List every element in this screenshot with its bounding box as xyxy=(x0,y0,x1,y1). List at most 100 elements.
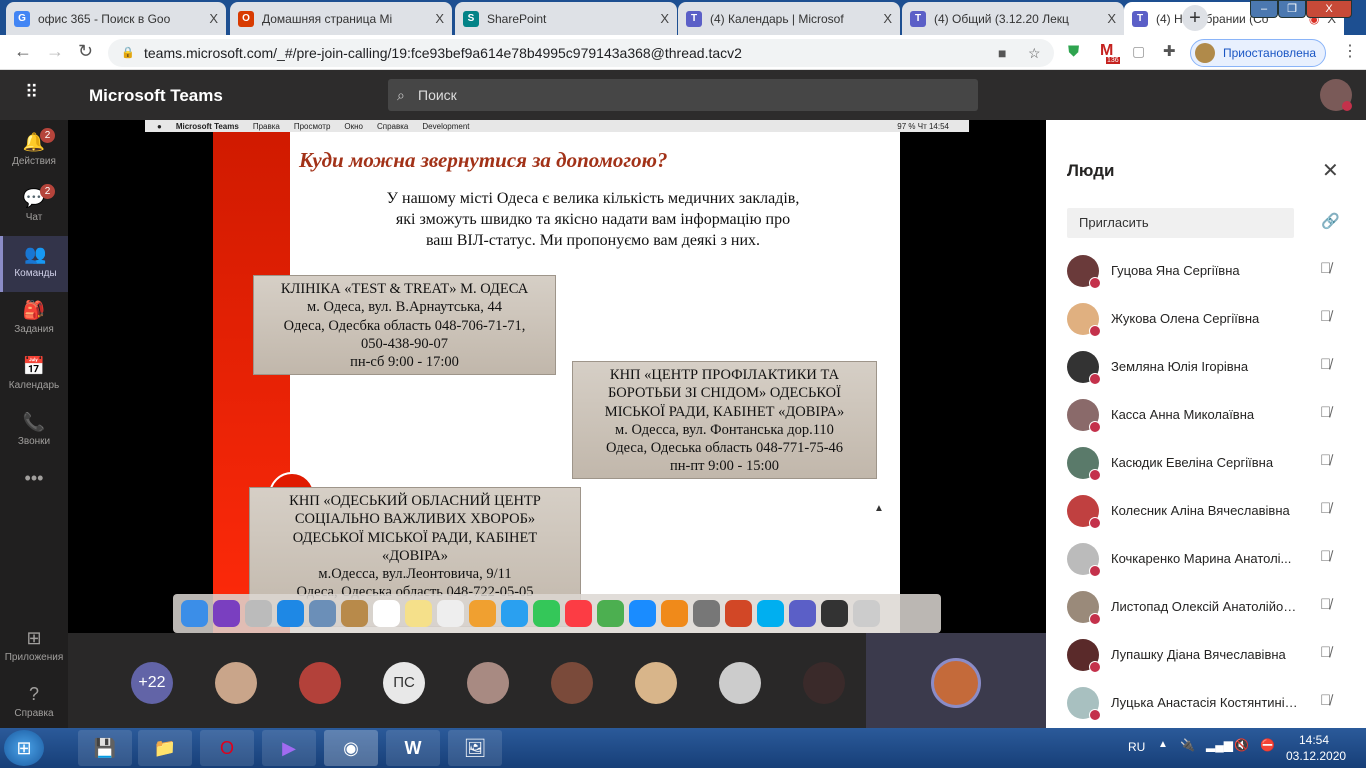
mic-muted-icon[interactable]: 🎙̸ xyxy=(1320,548,1331,565)
search-input[interactable]: ⌕ Поиск xyxy=(388,79,978,111)
maximize-button[interactable]: ❐ xyxy=(1278,0,1306,18)
volume-muted-icon[interactable]: 🔇 xyxy=(1234,738,1249,752)
tab-close-icon[interactable]: X xyxy=(435,11,444,26)
back-icon[interactable]: ← xyxy=(14,41,32,62)
more-participants-button[interactable]: +22 xyxy=(131,662,173,704)
show-hidden-icons[interactable]: ▲ xyxy=(1158,739,1168,750)
bookmark-star-icon[interactable]: ☆ xyxy=(1028,39,1041,67)
browser-tab[interactable]: O Домашняя страница Mi X xyxy=(230,2,452,35)
menu-kebab-icon[interactable]: ⋮ xyxy=(1342,41,1358,61)
active-speaker-tile[interactable] xyxy=(866,633,1046,728)
tab-close-icon[interactable]: X xyxy=(209,11,218,26)
teams-header: ⠿ Microsoft Teams ⌕ Поиск xyxy=(0,70,1366,120)
participant-video[interactable] xyxy=(551,662,593,704)
rail-item-help[interactable]: ? Справка xyxy=(0,676,68,732)
clock-date[interactable]: 03.12.2020 xyxy=(1286,749,1346,763)
taskbar-visualstudio-icon[interactable]: ▶ xyxy=(262,730,316,766)
network-error-icon[interactable]: ⛔ xyxy=(1260,738,1275,752)
language-indicator[interactable]: RU xyxy=(1128,740,1145,754)
rail-item-assignments[interactable]: 🎒 Задания xyxy=(0,292,68,348)
app-title: Microsoft Teams xyxy=(89,86,223,105)
profile-button[interactable]: Приостановлена xyxy=(1190,39,1326,67)
participant-row[interactable]: Кочкаренко Марина Анатолі... 🎙̸ xyxy=(1067,543,1357,591)
new-tab-button[interactable]: + xyxy=(1182,5,1208,31)
mic-muted-icon[interactable]: 🎙̸ xyxy=(1320,596,1331,613)
taskbar-chrome-icon[interactable]: ◉ xyxy=(324,730,378,766)
browser-tab[interactable]: S SharePoint X xyxy=(455,2,677,35)
participant-video[interactable] xyxy=(299,662,341,704)
participant-avatar xyxy=(1067,351,1101,385)
shield-extension-icon[interactable]: ⛊ xyxy=(1068,43,1079,60)
rail-item-calendar[interactable]: 📅 Календарь xyxy=(0,348,68,404)
dock-app-icon xyxy=(341,600,368,627)
camera-icon[interactable]: ■ xyxy=(998,39,1006,67)
mic-muted-icon[interactable]: 🎙̸ xyxy=(1320,452,1331,469)
power-icon[interactable]: 🔌 xyxy=(1180,738,1195,752)
mic-muted-icon[interactable]: 🎙̸ xyxy=(1320,356,1331,373)
rail-item-phone[interactable]: 📞 Звонки xyxy=(0,404,68,460)
participant-row[interactable]: Гуцова Яна Сергіївна 🎙̸ xyxy=(1067,255,1357,303)
participant-video[interactable] xyxy=(719,662,761,704)
bell-icon: 🔔 xyxy=(22,132,46,152)
tab-close-icon[interactable]: X xyxy=(660,11,669,26)
browser-tab[interactable]: T (4) Общий (3.12.20 Лекц X xyxy=(902,2,1124,35)
participant-video[interactable] xyxy=(803,662,845,704)
mic-muted-icon[interactable]: 🎙̸ xyxy=(1320,308,1331,325)
dock-app-icon xyxy=(501,600,528,627)
participant-row[interactable]: Жукова Олена Сергіївна 🎙̸ xyxy=(1067,303,1357,351)
taskbar-photos-icon[interactable]: 🖼 xyxy=(448,730,502,766)
url-input[interactable]: 🔒 teams.microsoft.com/_#/pre-join-callin… xyxy=(108,39,1054,67)
link-icon[interactable]: 🔗 xyxy=(1321,212,1340,230)
rail-item-apps[interactable]: ⊞ Приложения xyxy=(0,620,68,676)
window-close-button[interactable]: X xyxy=(1306,0,1352,18)
extension-icon[interactable]: ▢ xyxy=(1132,43,1145,60)
apple-icon: ● xyxy=(157,121,162,131)
participant-video[interactable] xyxy=(467,662,509,704)
forward-icon[interactable]: → xyxy=(46,41,64,62)
slide-title: Куди можна звернутися за допомогою? xyxy=(299,148,668,172)
dock-app-icon xyxy=(853,600,880,627)
participant-name: Лупашку Діана Вячеславівна xyxy=(1111,647,1286,662)
browser-tab[interactable]: Gофис 365 - Поиск в Goo X xyxy=(6,2,226,35)
participant-row[interactable]: Касюдик Евеліна Сергіївна 🎙̸ xyxy=(1067,447,1357,495)
app-launcher-icon[interactable]: ⠿ xyxy=(25,82,38,103)
clock-time[interactable]: 14:54 xyxy=(1299,733,1329,747)
card-line: БОРОТЬБИ ЗІ СНІДОМ» ОДЕСЬКОЇ xyxy=(608,385,841,402)
taskbar-word-icon[interactable]: W xyxy=(386,730,440,766)
mic-muted-icon[interactable]: 🎙̸ xyxy=(1320,644,1331,661)
participant-row[interactable]: Колесник Аліна Вячеславівна 🎙̸ xyxy=(1067,495,1357,543)
taskbar-explorer-icon[interactable]: 📁 xyxy=(138,730,192,766)
participant-row[interactable]: Листопад Олексій Анатолійович 🎙̸ xyxy=(1067,591,1357,639)
rail-item-teams-group[interactable]: 👥 Команды xyxy=(0,236,68,292)
signal-icon[interactable]: ▂▄▆ xyxy=(1206,738,1233,752)
mic-muted-icon[interactable]: 🎙̸ xyxy=(1320,692,1331,709)
invite-input[interactable]: Пригласить xyxy=(1067,208,1294,238)
rail-item-bell[interactable]: 🔔 Действия 2 xyxy=(0,124,68,180)
mic-muted-icon[interactable]: 🎙̸ xyxy=(1320,404,1331,421)
rail-item-chat[interactable]: 💬 Чат 2 xyxy=(0,180,68,236)
taskbar-save-icon[interactable]: 💾 xyxy=(78,730,132,766)
app-rail: 🔔 Действия 2 💬 Чат 2 👥 Команды 🎒 Задания 📅 Календар… xyxy=(0,120,68,728)
close-panel-icon[interactable]: ✕ xyxy=(1322,158,1339,183)
rail-item-more[interactable]: ••• xyxy=(0,460,68,516)
tab-close-icon[interactable]: X xyxy=(1107,11,1116,26)
participant-video[interactable] xyxy=(215,662,257,704)
teams-icon: T xyxy=(910,10,926,27)
participant-initials-avatar[interactable]: ПС xyxy=(383,662,425,704)
tab-close-icon[interactable]: X xyxy=(883,11,892,26)
slide-intro: У нашому місті Одеса є велика кількість … xyxy=(386,190,800,249)
reload-icon[interactable]: ↻ xyxy=(78,41,93,62)
minimize-button[interactable]: – xyxy=(1250,0,1278,18)
participant-video[interactable] xyxy=(635,662,677,704)
browser-tab[interactable]: T (4) Календарь | Microsof X xyxy=(678,2,900,35)
sharepoint-icon: S xyxy=(463,10,479,27)
mic-muted-icon[interactable]: 🎙̸ xyxy=(1320,500,1331,517)
taskbar-opera-icon[interactable]: O xyxy=(200,730,254,766)
mac-menu-item: Окно xyxy=(344,121,363,131)
participant-row[interactable]: Землянa Юлія Ігорівна 🎙̸ xyxy=(1067,351,1357,399)
mic-muted-icon[interactable]: 🎙̸ xyxy=(1320,260,1331,277)
participant-row[interactable]: Лупашку Діана Вячеславівна 🎙̸ xyxy=(1067,639,1357,687)
start-button[interactable]: ⊞ xyxy=(4,730,44,766)
participant-row[interactable]: Касса Анна Миколаївна 🎙̸ xyxy=(1067,399,1357,447)
puzzle-extensions-icon[interactable]: ✚ xyxy=(1163,42,1176,60)
